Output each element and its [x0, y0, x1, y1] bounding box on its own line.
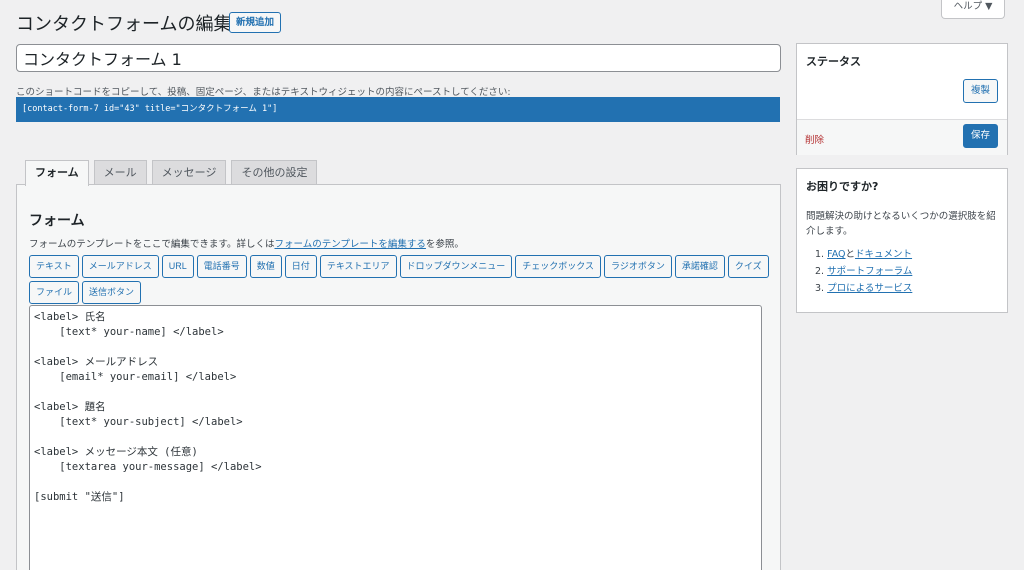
status-heading: ステータス	[806, 55, 861, 68]
help-tab[interactable]: ヘルプ ▼	[941, 0, 1005, 19]
help-list-item: 3. プロによるサービス	[815, 280, 912, 297]
list-joiner: と	[845, 249, 856, 260]
shortcode-description: このショートコードをコピーして、投稿、固定ページ、またはテキストウィジェットの内…	[16, 87, 511, 98]
list-number: 2.	[815, 266, 825, 277]
tag-button-dropdown[interactable]: ドロップダウンメニュー	[399, 255, 513, 278]
tag-button-checkbox[interactable]: チェックボックス	[515, 255, 602, 278]
template-doc-link[interactable]: フォームのテンプレートを編集する	[274, 239, 425, 250]
tab-additional-settings[interactable]: その他の設定	[231, 160, 318, 185]
tag-button-acceptance[interactable]: 承諾確認	[674, 255, 725, 278]
tag-button-textarea[interactable]: テキストエリア	[319, 255, 397, 278]
shortcode-field[interactable]: [contact-form-7 id="43" title="コンタクトフォーム…	[16, 97, 780, 122]
tag-button-text[interactable]: テキスト	[29, 255, 79, 278]
form-panel: フォーム フォームのテンプレートをここで編集できます。詳しくはフォームのテンプレ…	[16, 184, 781, 570]
status-actions: 削除 保存	[797, 119, 1007, 155]
help-list-item: 2. サポートフォーラム	[815, 263, 912, 280]
help-heading: お困りですか?	[806, 180, 879, 193]
tag-button-quiz[interactable]: クイズ	[727, 255, 769, 278]
delete-link[interactable]: 削除	[805, 132, 824, 146]
faq-link[interactable]: FAQ	[827, 249, 845, 260]
tag-button-date[interactable]: 日付	[284, 255, 317, 278]
panel-heading: フォーム	[29, 213, 85, 229]
add-new-button[interactable]: 新規追加	[229, 12, 282, 33]
form-template-editor[interactable]: <label> 氏名 [text* your-name] </label> <l…	[29, 305, 762, 570]
tab-messages[interactable]: メッセージ	[151, 160, 227, 185]
save-button[interactable]: 保存	[963, 124, 999, 148]
page-title: コンタクトフォームの編集	[16, 14, 232, 35]
help-list: 1. FAQとドキュメント 2. サポートフォーラム 3. プロによるサービス	[815, 246, 912, 297]
tab-mail[interactable]: メール	[93, 160, 147, 185]
panel-description: フォームのテンプレートをここで編集できます。詳しくはフォームのテンプレートを編集…	[29, 236, 464, 250]
panel-description-text: フォームのテンプレートをここで編集できます。詳しくは	[29, 239, 275, 250]
editor-tabs: フォーム メール メッセージ その他の設定	[25, 160, 318, 186]
tag-button-file[interactable]: ファイル	[29, 281, 80, 304]
tag-button-radio[interactable]: ラジオボタン	[604, 255, 672, 278]
help-list-item: 1. FAQとドキュメント	[815, 246, 912, 263]
pro-services-link[interactable]: プロによるサービス	[827, 283, 912, 294]
tag-button-submit[interactable]: 送信ボタン	[82, 281, 142, 304]
list-number: 3.	[815, 283, 825, 294]
status-box: ステータス 複製 削除 保存	[796, 43, 1008, 155]
support-forum-link[interactable]: サポートフォーラム	[827, 266, 912, 277]
tag-button-email[interactable]: メールアドレス	[81, 255, 159, 278]
panel-description-suffix: を参照。	[425, 239, 464, 250]
help-box: お困りですか? 問題解決の助けとなるいくつかの選択肢を紹介します。 1. FAQ…	[796, 168, 1008, 313]
help-text: 問題解決の助けとなるいくつかの選択肢を紹介します。	[806, 211, 996, 237]
tag-button-url[interactable]: URL	[161, 255, 194, 278]
tab-form[interactable]: フォーム	[25, 160, 89, 186]
tag-button-tel[interactable]: 電話番号	[196, 255, 247, 278]
duplicate-button[interactable]: 複製	[963, 79, 999, 103]
docs-link[interactable]: ドキュメント	[855, 249, 912, 260]
list-number: 1.	[815, 249, 825, 260]
tag-generator-buttons: テキスト メールアドレス URL 電話番号 数値 日付 テキストエリア ドロップ…	[29, 255, 769, 304]
form-title-input[interactable]	[16, 44, 781, 72]
tag-button-number[interactable]: 数値	[249, 255, 282, 278]
